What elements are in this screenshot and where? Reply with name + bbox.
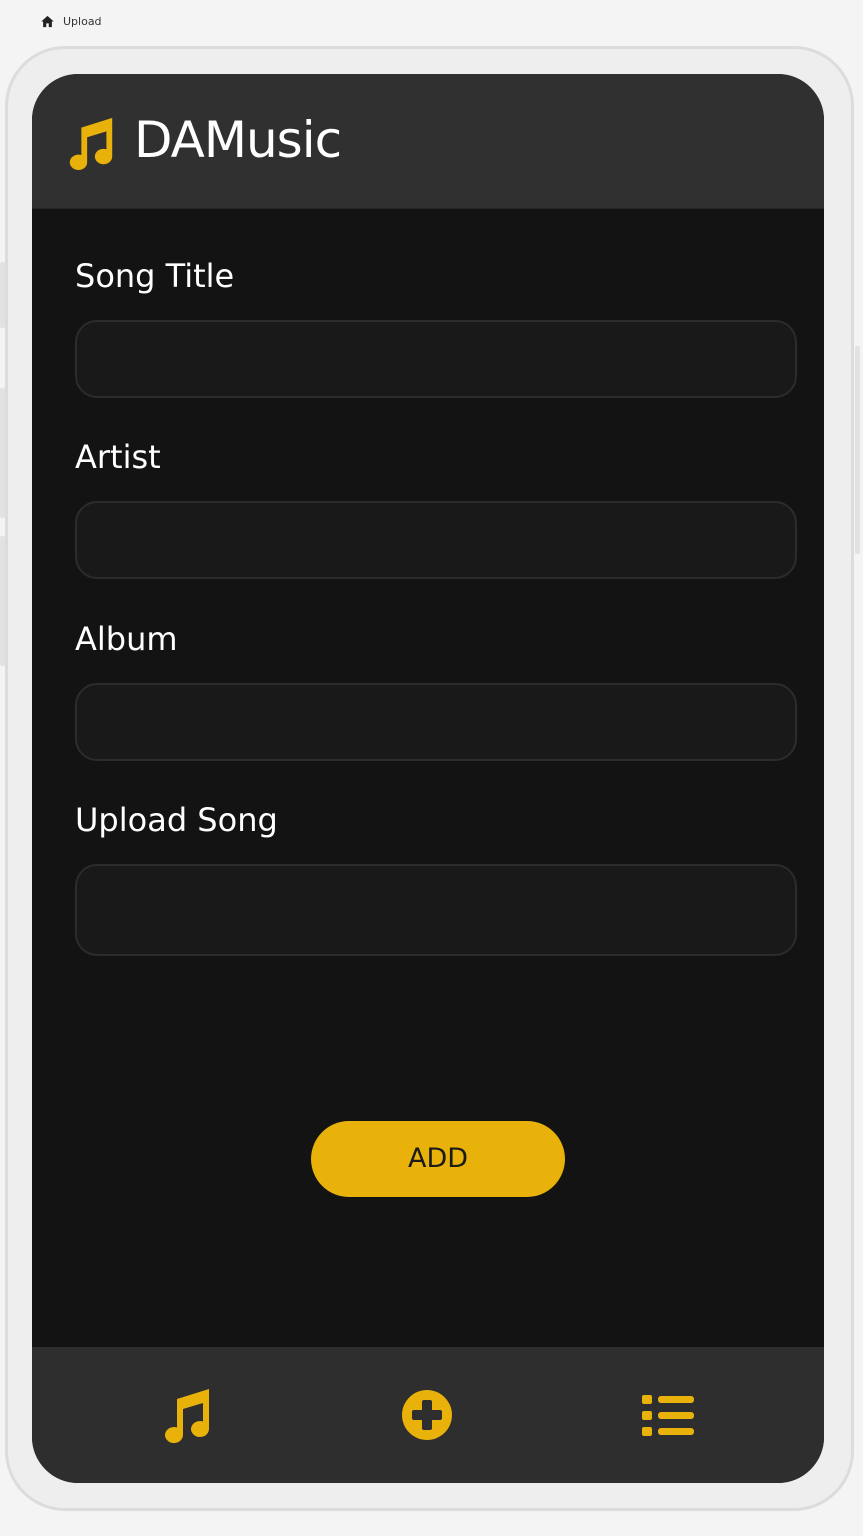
music-note-icon bbox=[159, 1387, 215, 1443]
plus-circle-icon bbox=[399, 1387, 455, 1443]
home-icon[interactable] bbox=[40, 14, 55, 29]
breadcrumb: Upload bbox=[40, 12, 102, 30]
list-icon bbox=[640, 1387, 696, 1443]
app-screen: DAMusic Song Title Artist Album Upload S… bbox=[32, 74, 824, 1483]
nav-list[interactable] bbox=[640, 1387, 696, 1443]
music-note-icon bbox=[64, 116, 118, 171]
upload-song-input[interactable] bbox=[75, 864, 797, 956]
breadcrumb-label[interactable]: Upload bbox=[63, 15, 102, 28]
artist-input[interactable] bbox=[75, 501, 797, 579]
app-header: DAMusic bbox=[32, 74, 824, 209]
album-input[interactable] bbox=[75, 683, 797, 761]
add-button[interactable]: ADD bbox=[311, 1121, 565, 1197]
album-label: Album bbox=[75, 620, 178, 658]
song-title-input[interactable] bbox=[75, 320, 797, 398]
device-side-button bbox=[855, 346, 860, 554]
bottom-nav bbox=[32, 1347, 824, 1483]
nav-songs[interactable] bbox=[159, 1387, 215, 1443]
artist-label: Artist bbox=[75, 438, 161, 476]
song-title-label: Song Title bbox=[75, 257, 235, 295]
upload-song-label: Upload Song bbox=[75, 801, 278, 839]
nav-add[interactable] bbox=[399, 1387, 455, 1443]
app-title: DAMusic bbox=[134, 111, 342, 169]
